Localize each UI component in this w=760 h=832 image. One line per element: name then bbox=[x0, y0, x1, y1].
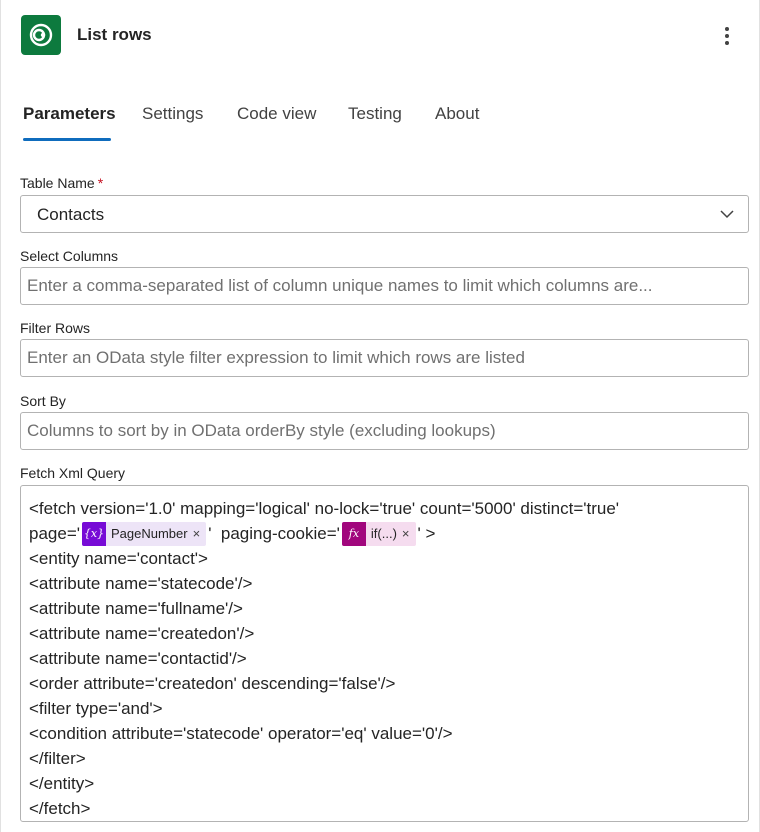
table-name-label-text: Table Name bbox=[20, 175, 95, 191]
tab-parameters[interactable]: Parameters bbox=[23, 104, 116, 124]
active-tab-indicator bbox=[23, 138, 111, 141]
sort-by-field bbox=[20, 412, 749, 450]
xml-text: ' paging-cookie=' bbox=[208, 524, 340, 543]
variable-icon: {x} bbox=[82, 521, 106, 546]
xml-line: </filter> bbox=[29, 749, 86, 768]
remove-token-button[interactable]: × bbox=[191, 522, 207, 546]
tab-testing[interactable]: Testing bbox=[348, 104, 402, 124]
sort-by-label: Sort By bbox=[20, 393, 66, 409]
select-columns-field bbox=[20, 267, 749, 305]
remove-token-button[interactable]: × bbox=[400, 522, 416, 546]
xml-line: <attribute name='contactid'/> bbox=[29, 649, 247, 668]
xml-line: <filter type='and'> bbox=[29, 699, 163, 718]
tab-about[interactable]: About bbox=[435, 104, 479, 124]
paging-cookie-token[interactable]: fx if(...) × bbox=[341, 521, 416, 546]
xml-line: <attribute name='statecode'/> bbox=[29, 574, 253, 593]
tab-code-view[interactable]: Code view bbox=[237, 104, 316, 124]
tab-settings[interactable]: Settings bbox=[142, 104, 203, 124]
dataverse-icon bbox=[21, 15, 61, 55]
xml-line: <attribute name='createdon'/> bbox=[29, 624, 255, 643]
xml-line: <fetch version='1.0' mapping='logical' n… bbox=[29, 499, 620, 518]
page-number-token[interactable]: {x} PageNumber × bbox=[82, 521, 207, 546]
select-columns-label: Select Columns bbox=[20, 248, 119, 264]
filter-rows-input[interactable] bbox=[21, 340, 748, 376]
filter-rows-field bbox=[20, 339, 749, 377]
table-name-value: Contacts bbox=[37, 205, 105, 224]
select-columns-input[interactable] bbox=[21, 268, 748, 304]
xml-line: <attribute name='fullname'/> bbox=[29, 599, 243, 618]
table-name-select[interactable]: Contacts bbox=[20, 195, 749, 233]
fetch-xml-editor[interactable]: <fetch version='1.0' mapping='logical' n… bbox=[20, 485, 749, 822]
xml-line: </fetch> bbox=[29, 799, 91, 818]
xml-line: <order attribute='createdon' descending=… bbox=[29, 674, 396, 693]
xml-line: <condition attribute='statecode' operato… bbox=[29, 724, 453, 743]
filter-rows-label: Filter Rows bbox=[20, 320, 91, 336]
xml-line: </entity> bbox=[29, 774, 95, 793]
chevron-down-icon bbox=[720, 210, 734, 219]
sort-by-input[interactable] bbox=[21, 413, 748, 449]
xml-text: ' > bbox=[417, 524, 436, 543]
xml-line: <entity name='contact'> bbox=[29, 549, 208, 568]
function-icon: fx bbox=[341, 521, 366, 546]
panel-header: List rows bbox=[1, 0, 760, 72]
fetch-xml-label: Fetch Xml Query bbox=[20, 465, 126, 481]
list-rows-panel: List rows Parameters Settings Code view … bbox=[0, 0, 760, 832]
more-options-button[interactable] bbox=[715, 22, 739, 50]
more-vertical-icon bbox=[725, 27, 729, 45]
required-mark: * bbox=[97, 175, 104, 191]
table-name-label: Table Name * bbox=[20, 175, 103, 191]
xml-line-with-tokens: page=' {x} PageNumber × ' paging-cookie=… bbox=[29, 521, 740, 546]
panel-title: List rows bbox=[77, 25, 152, 44]
token-label: PageNumber bbox=[111, 526, 188, 541]
tab-bar: Parameters Settings Code view Testing Ab… bbox=[1, 100, 760, 144]
xml-text: page=' bbox=[29, 524, 80, 543]
token-label: if(...) bbox=[370, 526, 397, 541]
